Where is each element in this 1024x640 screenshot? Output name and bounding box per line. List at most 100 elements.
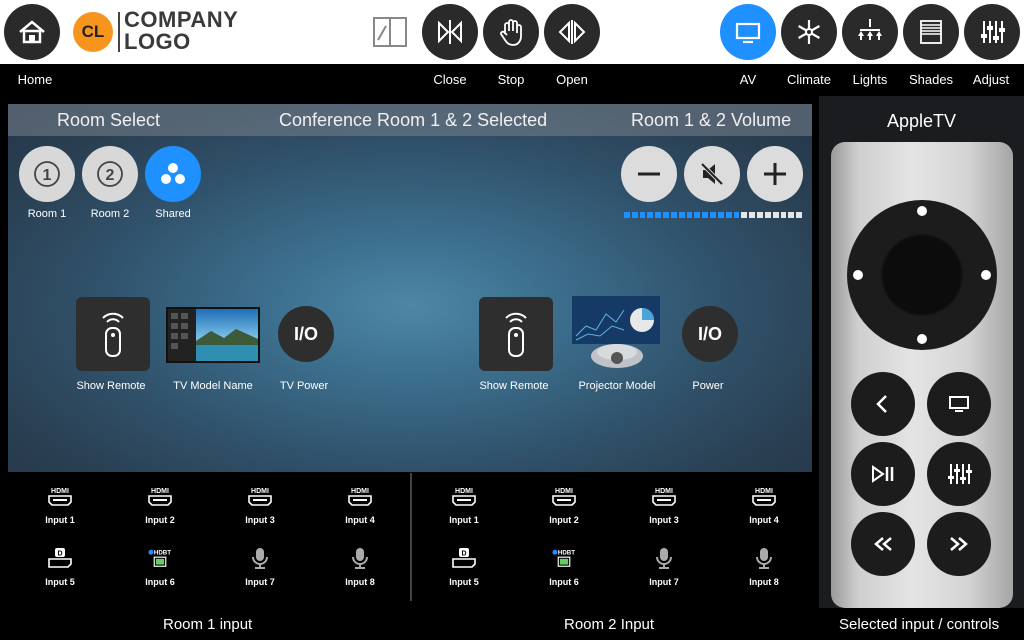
lights-button[interactable] xyxy=(842,4,898,60)
monitor-icon xyxy=(949,396,969,412)
back-button[interactable] xyxy=(851,372,915,436)
top-bar: CL COMPANY LOGO xyxy=(0,0,1024,64)
dpad-left-dot[interactable] xyxy=(853,270,863,280)
room-2-number: 2 xyxy=(106,167,115,184)
projector-power-button[interactable]: I/O xyxy=(682,306,738,362)
room-2-input-2-button[interactable]: HDMI Input 2 xyxy=(529,485,599,525)
dpad-down-dot[interactable] xyxy=(917,334,927,344)
stop-button[interactable] xyxy=(483,4,539,60)
volume-segment xyxy=(796,212,803,218)
room-1-input-grid: HDMI Input 1 HDMI Input 2 HDMI Input 3 HDMI Inp… xyxy=(8,473,410,601)
home-button[interactable] xyxy=(4,4,60,60)
room-1-input-5-button[interactable]: D Input 5 xyxy=(25,547,95,587)
shades-button[interactable] xyxy=(903,4,959,60)
tv-power-label: TV Power xyxy=(279,380,329,392)
room-2-input-6-button[interactable]: HDBT Input 6 xyxy=(529,547,599,587)
company-logo-mark: CL xyxy=(73,12,113,52)
input-label: Input 5 xyxy=(449,577,479,587)
play-pause-button[interactable] xyxy=(851,442,915,506)
nav-lights-label[interactable]: Lights xyxy=(835,72,905,87)
nav-climate-label[interactable]: Climate xyxy=(774,72,844,87)
room-2-input-1-button[interactable]: HDMI Input 1 xyxy=(429,485,499,525)
input-label: Input 3 xyxy=(649,515,679,525)
nav-open-label[interactable]: Open xyxy=(537,72,607,87)
room-2-input-3-button[interactable]: HDMI Input 3 xyxy=(629,485,699,525)
rewind-button[interactable] xyxy=(851,512,915,576)
volume-segment xyxy=(647,212,654,218)
nav-adjust-label[interactable]: Adjust xyxy=(956,72,1024,87)
room-1-input-8-button[interactable]: Input 8 xyxy=(325,547,395,587)
room-2-input-8-button[interactable]: Input 8 xyxy=(729,547,799,587)
mute-button[interactable] xyxy=(684,146,740,202)
dpad-select-button[interactable] xyxy=(880,233,964,317)
volume-up-button[interactable] xyxy=(747,146,803,202)
door-icon[interactable] xyxy=(372,16,408,48)
stop-hand-icon xyxy=(500,19,522,46)
volume-segment xyxy=(631,212,638,218)
room-1-input-6-button[interactable]: HDBT Input 6 xyxy=(125,547,195,587)
open-button[interactable] xyxy=(544,4,600,60)
volume-segment xyxy=(694,212,701,218)
room-2-input-5-button[interactable]: D Input 5 xyxy=(429,547,499,587)
dpad-up-dot[interactable] xyxy=(917,206,927,216)
logo-line-2: LOGO xyxy=(124,29,191,54)
volume-segment xyxy=(788,212,795,218)
nav-home-label[interactable]: Home xyxy=(0,72,70,87)
svg-text:D: D xyxy=(57,551,62,558)
tv-power-button[interactable]: I/O xyxy=(278,306,334,362)
sliders-icon xyxy=(948,464,972,484)
input-label: Input 6 xyxy=(549,577,579,587)
input-label: Input 3 xyxy=(245,515,275,525)
av-button[interactable] xyxy=(720,4,776,60)
room-1-input-3-button[interactable]: HDMI Input 3 xyxy=(225,485,295,525)
shared-room-button[interactable] xyxy=(145,146,201,202)
selected-controls-caption: Selected input / controls xyxy=(839,616,1000,633)
room-2-button[interactable]: 2 xyxy=(82,146,138,202)
room-1-show-remote-label: Show Remote xyxy=(76,380,146,392)
nav-stop-label[interactable]: Stop xyxy=(476,72,546,87)
tv-home-button[interactable] xyxy=(927,372,991,436)
room-1-input-1-button[interactable]: HDMI Input 1 xyxy=(25,485,95,525)
av-control-panel: Room Select Conference Room 1 & 2 Select… xyxy=(8,104,812,472)
room-2-input-4-button[interactable]: HDMI Input 4 xyxy=(729,485,799,525)
volume-segment xyxy=(717,212,724,218)
room-1-label: Room 1 xyxy=(27,208,67,220)
room-2-input-7-button[interactable]: Input 7 xyxy=(629,547,699,587)
dpad-right-dot[interactable] xyxy=(981,270,991,280)
remote-dpad[interactable] xyxy=(847,200,997,350)
hdmi-text: HDMI xyxy=(351,488,369,495)
appletv-remote xyxy=(831,142,1013,608)
room-1-button[interactable]: 1 xyxy=(19,146,75,202)
shared-label: Shared xyxy=(155,208,191,220)
close-button[interactable] xyxy=(422,4,478,60)
hdmi-text: HDMI xyxy=(755,488,773,495)
room-1-input-7-button[interactable]: Input 7 xyxy=(225,547,295,587)
remote-adjust-button[interactable] xyxy=(927,442,991,506)
nav-av-label[interactable]: AV xyxy=(713,72,783,87)
room-2-show-remote-label: Show Remote xyxy=(479,380,549,392)
chevron-left-icon xyxy=(876,395,887,413)
room-2-show-remote-button[interactable] xyxy=(479,297,553,371)
plus-icon xyxy=(764,163,786,185)
hdbaset-icon: HDBT xyxy=(146,547,174,569)
fast-forward-icon xyxy=(950,537,968,551)
input-label: Input 8 xyxy=(749,577,779,587)
nav-close-label[interactable]: Close xyxy=(415,72,485,87)
room-1-input-2-button[interactable]: HDMI Input 2 xyxy=(125,485,195,525)
room-1-show-remote-button[interactable] xyxy=(76,297,150,371)
climate-button[interactable] xyxy=(781,4,837,60)
remote-icon xyxy=(102,312,124,357)
microphone-icon xyxy=(650,547,678,569)
room-1-input-4-button[interactable]: HDMI Input 4 xyxy=(325,485,395,525)
adjust-button[interactable] xyxy=(964,4,1020,60)
appletv-panel: AppleTV xyxy=(819,96,1024,608)
displayport-icon: D xyxy=(450,547,478,569)
chandelier-icon xyxy=(858,19,882,40)
volume-down-button[interactable] xyxy=(621,146,677,202)
room-2-label: Room 2 xyxy=(90,208,130,220)
home-icon xyxy=(19,20,45,44)
fast-forward-button[interactable] xyxy=(927,512,991,576)
selected-rooms-title: Conference Room 1 & 2 Selected xyxy=(279,110,548,130)
tv-icon xyxy=(735,22,761,44)
minus-icon xyxy=(638,172,660,176)
